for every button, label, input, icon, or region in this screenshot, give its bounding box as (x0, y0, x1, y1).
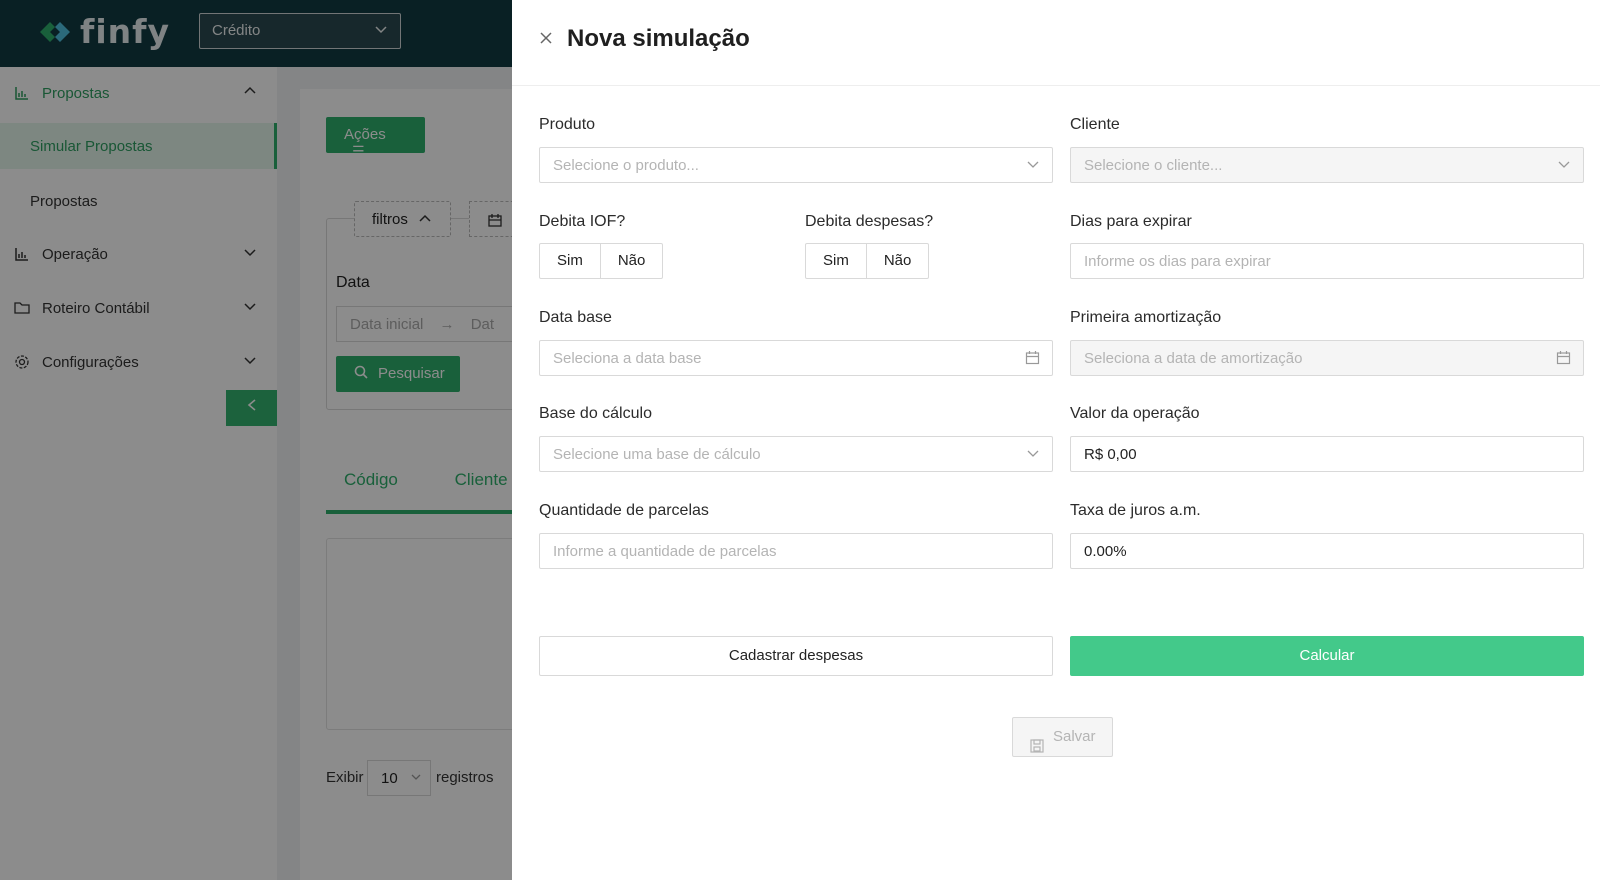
modal-overlay[interactable] (0, 0, 512, 880)
primeira-amortizacao-label: Primeira amortização (1070, 309, 1222, 326)
primeira-amortizacao-picker[interactable]: Seleciona a data de amortização (1070, 340, 1584, 376)
produto-label: Produto (539, 116, 596, 133)
chevron-down-icon (1026, 157, 1040, 175)
quantidade-parcelas-placeholder: Informe a quantidade de parcelas (553, 543, 777, 560)
valor-operacao-value: R$ 0,00 (1084, 446, 1137, 463)
dias-expirar-placeholder: Informe os dias para expirar (1084, 253, 1271, 270)
primeira-amortizacao-placeholder: Seleciona a data de amortização (1084, 350, 1303, 367)
quantidade-parcelas-label: Quantidade de parcelas (539, 502, 709, 519)
chevron-down-icon (1026, 446, 1040, 464)
valor-operacao-input[interactable]: R$ 0,00 (1070, 436, 1584, 472)
data-base-placeholder: Seleciona a data base (553, 350, 702, 367)
debita-despesas-radio-group: Sim Não (805, 243, 930, 279)
base-calculo-placeholder: Selecione uma base de cálculo (553, 446, 761, 463)
save-icon (1030, 730, 1044, 768)
produto-select[interactable]: Selecione o produto... (539, 147, 1053, 183)
close-icon[interactable] (538, 30, 554, 46)
debita-despesas-sim[interactable]: Sim (806, 244, 866, 278)
calcular-button[interactable]: Calcular (1070, 636, 1584, 676)
cliente-label: Cliente (1070, 116, 1120, 133)
produto-placeholder: Selecione o produto... (553, 157, 699, 174)
debita-iof-sim[interactable]: Sim (540, 244, 600, 278)
debita-iof-radio-group: Sim Não (539, 243, 664, 279)
nova-simulacao-drawer: Nova simulação Produto Selecione o produ… (512, 0, 1600, 880)
data-base-picker[interactable]: Seleciona a data base (539, 340, 1053, 376)
debita-iof-nao[interactable]: Não (599, 244, 663, 278)
quantidade-parcelas-input[interactable]: Informe a quantidade de parcelas (539, 533, 1053, 569)
calendar-icon (1025, 350, 1040, 369)
drawer-header: Nova simulação (512, 0, 1600, 86)
dias-expirar-label: Dias para expirar (1070, 213, 1192, 230)
data-base-label: Data base (539, 309, 612, 326)
cadastrar-despesas-button[interactable]: Cadastrar despesas (539, 636, 1053, 676)
dias-expirar-input[interactable]: Informe os dias para expirar (1070, 243, 1584, 279)
cliente-select[interactable]: Selecione o cliente... (1070, 147, 1584, 183)
valor-operacao-label: Valor da operação (1070, 405, 1200, 422)
cliente-placeholder: Selecione o cliente... (1084, 157, 1223, 174)
drawer-title: Nova simulação (567, 25, 750, 52)
debita-despesas-label: Debita despesas? (805, 213, 934, 230)
debita-iof-label: Debita IOF? (539, 213, 626, 230)
calendar-icon (1556, 350, 1571, 369)
base-calculo-select[interactable]: Selecione uma base de cálculo (539, 436, 1053, 472)
salvar-button[interactable]: Salvar (1012, 717, 1113, 757)
chevron-down-icon (1557, 157, 1571, 175)
debita-despesas-nao[interactable]: Não (865, 244, 929, 278)
taxa-juros-value: 0.00% (1084, 543, 1127, 560)
taxa-juros-label: Taxa de juros a.m. (1070, 502, 1201, 519)
taxa-juros-input[interactable]: 0.00% (1070, 533, 1584, 569)
base-calculo-label: Base do cálculo (539, 405, 652, 422)
salvar-label: Salvar (1053, 728, 1096, 745)
